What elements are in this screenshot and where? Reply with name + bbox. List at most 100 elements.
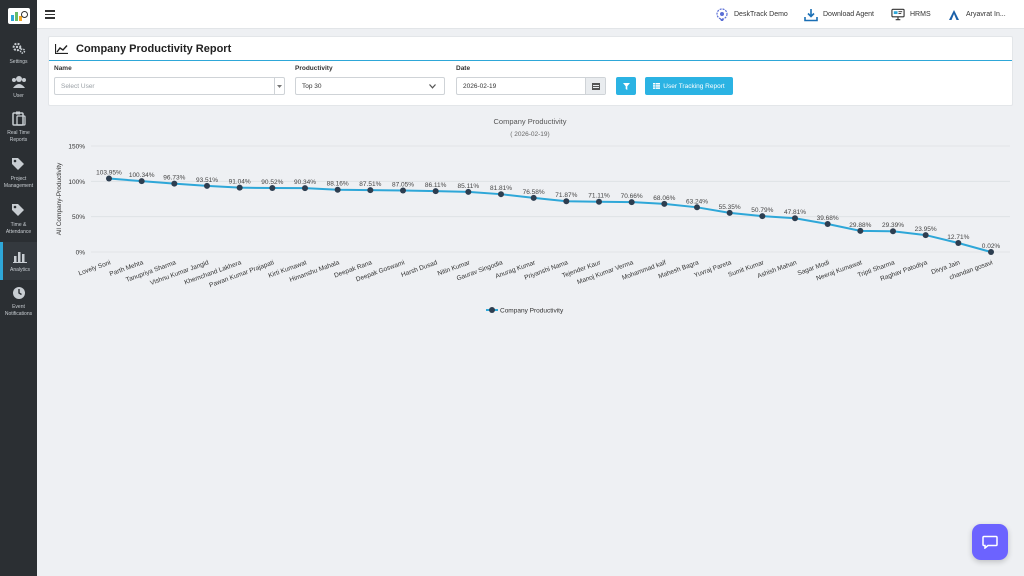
list-icon — [653, 83, 661, 89]
hrms-link[interactable]: HRMS — [891, 7, 931, 22]
y-tick-label: 50% — [72, 214, 85, 221]
data-label: 86.11% — [425, 182, 447, 189]
top-bar: DeskTrack Demo Download Agent HRMS Aryav… — [37, 0, 1024, 29]
data-label: 63.24% — [686, 198, 708, 205]
data-label: 68.06% — [653, 195, 675, 202]
name-placeholder: Select User — [61, 82, 95, 90]
filter-button[interactable] — [616, 77, 636, 95]
x-tick-label: Lovely Soni — [78, 259, 112, 277]
tags-icon — [11, 157, 27, 173]
data-label: 23.95% — [915, 226, 937, 233]
data-label: 12.71% — [947, 234, 969, 241]
sidebar-item-time-attendance[interactable]: Time & Attendance — [0, 196, 37, 242]
productivity-label: Productivity — [295, 65, 333, 72]
app-logo[interactable] — [0, 0, 37, 32]
desktrack-demo-link[interactable]: DeskTrack Demo — [715, 7, 788, 22]
organization-menu[interactable]: Aryavrat In... — [947, 7, 1006, 22]
data-label: 71.87% — [555, 192, 577, 199]
logo-icon — [7, 8, 30, 24]
y-tick-label: 100% — [68, 179, 85, 186]
data-label: 0.02% — [982, 243, 1001, 250]
data-label: 39.68% — [817, 215, 839, 222]
sidebar-item-label: Event Notifications — [4, 303, 33, 317]
data-label: 96.73% — [163, 175, 185, 182]
data-label: 87.05% — [392, 181, 414, 188]
chevron-down-icon[interactable] — [274, 78, 284, 94]
x-tick-label: Harsh Dusad — [400, 259, 438, 279]
download-agent-label: Download Agent — [823, 11, 874, 18]
data-label: 29.39% — [882, 222, 904, 229]
chevron-down-icon — [429, 84, 436, 89]
desktrack-demo-label: DeskTrack Demo — [734, 11, 788, 18]
sidebar-item-label: Analytics — [9, 267, 30, 273]
sidebar-item-label: Project Management — [3, 175, 34, 189]
data-label: 50.79% — [751, 207, 773, 214]
data-label: 29.88% — [849, 222, 871, 229]
name-select[interactable]: Select User — [54, 77, 285, 95]
sidebar-item-project-management[interactable]: Project Management — [0, 150, 37, 196]
clock-icon — [11, 285, 27, 301]
chat-icon — [982, 535, 998, 549]
sidebar-item-event-notifications[interactable]: Event Notifications — [0, 280, 37, 322]
productivity-select[interactable]: Top 30 — [295, 77, 445, 95]
page-title: Company Productivity Report — [76, 42, 232, 55]
sidebar-item-label: Settings — [9, 59, 28, 65]
users-icon — [11, 74, 27, 90]
tag-icon — [11, 203, 27, 219]
org-label: Aryavrat In... — [966, 11, 1006, 18]
data-label: 91.04% — [229, 179, 251, 186]
user-tracking-report-label: User Tracking Report — [663, 82, 725, 90]
data-label: 70.66% — [621, 193, 643, 200]
sidebar-item-settings[interactable]: Settings — [0, 36, 37, 70]
report-card: Company Productivity Report Name Select … — [48, 36, 1013, 106]
card-header: Company Productivity Report — [49, 37, 1012, 61]
sidebar-item-analytics[interactable]: Analytics — [0, 242, 37, 280]
data-label: 85.11% — [458, 183, 480, 190]
clipboard-icon — [11, 111, 27, 127]
download-agent-link[interactable]: Download Agent — [804, 7, 874, 22]
chart-subtitle: ( 2026-02-19) — [510, 131, 549, 138]
sidebar-item-user[interactable]: User — [0, 70, 37, 104]
menu-toggle-icon[interactable] — [45, 10, 55, 19]
hrms-label: HRMS — [910, 11, 931, 18]
data-label: 100.34% — [129, 172, 155, 179]
chart-svg: Company Productivity ( 2026-02-19) All C… — [56, 117, 1010, 315]
data-label: 93.51% — [196, 177, 218, 184]
legend-label[interactable]: Company Productivity — [500, 308, 564, 315]
date-label: Date — [456, 65, 471, 72]
date-input[interactable]: 2026-02-19 — [456, 77, 606, 95]
calendar-icon[interactable] — [585, 78, 605, 94]
chart-y-axis-label: All Company-Productivity — [56, 162, 63, 235]
y-tick-label: 150% — [68, 144, 85, 151]
data-label: 87.51% — [359, 181, 381, 188]
productivity-chart: Company Productivity ( 2026-02-19) All C… — [48, 110, 1013, 320]
x-tick-label: Yuvraj Pareta — [693, 259, 732, 279]
sidebar-item-real-time-reports[interactable]: Real Time Reports — [0, 104, 37, 150]
brain-icon — [715, 7, 729, 22]
legend-marker — [489, 307, 495, 313]
data-label: 71.11% — [588, 193, 610, 200]
chat-button[interactable] — [972, 524, 1008, 560]
bar-chart-icon — [12, 248, 28, 264]
name-label: Name — [54, 65, 72, 72]
data-label: 76.58% — [523, 189, 545, 196]
filter-icon — [622, 82, 630, 90]
data-label: 88.16% — [327, 181, 349, 188]
y-tick-label: 0% — [76, 250, 86, 257]
download-icon — [804, 8, 818, 22]
gears-icon — [11, 40, 27, 56]
sidebar-item-label: Time & Attendance — [5, 221, 32, 235]
org-logo-icon — [947, 8, 961, 22]
data-label: 90.34% — [294, 179, 316, 186]
data-label: 47.81% — [784, 209, 806, 216]
monitor-icon — [891, 8, 905, 22]
date-value: 2026-02-19 — [463, 82, 497, 90]
sidebar: Settings User Real Time Reports Project … — [0, 0, 37, 576]
user-tracking-report-button[interactable]: User Tracking Report — [645, 77, 733, 95]
line-chart-icon — [55, 43, 68, 54]
chart-title: Company Productivity — [494, 117, 567, 126]
data-label: 55.35% — [719, 204, 741, 211]
productivity-value: Top 30 — [302, 82, 322, 90]
data-label: 103.95% — [96, 170, 122, 177]
data-label: 81.81% — [490, 185, 512, 192]
